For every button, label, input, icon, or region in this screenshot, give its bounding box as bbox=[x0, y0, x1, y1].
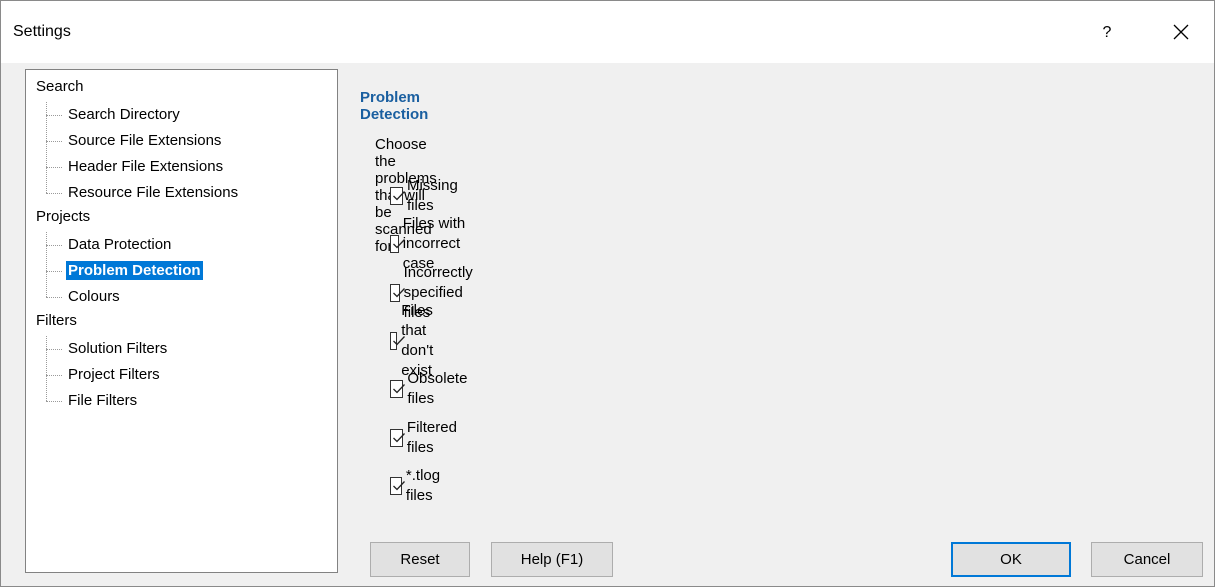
option-incorrect-case[interactable]: Files with incorrect case bbox=[390, 215, 470, 272]
checkmark-icon bbox=[393, 239, 405, 249]
checkmark-icon bbox=[393, 481, 405, 491]
tree-item-label: Source File Extensions bbox=[68, 132, 222, 149]
tree-item-filters[interactable]: Filters bbox=[26, 310, 337, 336]
tree-item-search-directory[interactable]: Search Directory bbox=[26, 102, 337, 128]
tree-item-label: Header File Extensions bbox=[68, 158, 224, 175]
option-label: *.tlog files bbox=[405, 467, 441, 504]
settings-tree: Search Search Directory Source File Exte… bbox=[25, 69, 338, 573]
checkbox[interactable] bbox=[390, 429, 405, 447]
ok-button[interactable]: OK bbox=[951, 542, 1071, 577]
tree-group-projects: Projects Data Protection Problem Detecti… bbox=[26, 206, 337, 310]
tree-item-projects[interactable]: Projects bbox=[26, 206, 337, 232]
option-obsolete-files[interactable]: Obsolete files bbox=[390, 370, 472, 407]
tree-group-search: Search Search Directory Source File Exte… bbox=[26, 76, 337, 206]
tree-item-label: Problem Detection bbox=[66, 261, 203, 280]
option-files-dont-exist[interactable]: Files that don't exist bbox=[390, 302, 444, 379]
tree-item-resource-file-extensions[interactable]: Resource File Extensions bbox=[26, 180, 337, 206]
help-button[interactable]: ? bbox=[1091, 19, 1123, 47]
tree-item-problem-detection[interactable]: Problem Detection bbox=[26, 258, 337, 284]
close-icon bbox=[1173, 24, 1189, 40]
tree-item-source-file-extensions[interactable]: Source File Extensions bbox=[26, 128, 337, 154]
tree-item-label: Solution Filters bbox=[68, 340, 168, 357]
tree-item-colours[interactable]: Colours bbox=[26, 284, 337, 310]
checkmark-icon bbox=[393, 433, 405, 443]
cancel-button[interactable]: Cancel bbox=[1091, 542, 1203, 577]
tree-item-label: Colours bbox=[68, 288, 120, 305]
option-filtered-files[interactable]: Filtered files bbox=[390, 419, 462, 456]
checkbox[interactable] bbox=[390, 235, 405, 253]
checkbox[interactable] bbox=[390, 380, 405, 398]
checkmark-icon bbox=[393, 288, 405, 298]
tree-item-label: File Filters bbox=[68, 392, 138, 409]
panel-heading: Problem Detection bbox=[360, 89, 429, 123]
window-title: Settings bbox=[13, 23, 71, 40]
tree-group-filters: Filters Solution Filters Project Filters… bbox=[26, 310, 337, 414]
close-button[interactable] bbox=[1161, 17, 1201, 49]
tree-item-search[interactable]: Search bbox=[26, 76, 337, 102]
tree-item-label: Search Directory bbox=[68, 106, 180, 123]
tree-item-solution-filters[interactable]: Solution Filters bbox=[26, 336, 337, 362]
option-label: Filtered files bbox=[406, 419, 457, 456]
tree-item-header-file-extensions[interactable]: Header File Extensions bbox=[26, 154, 337, 180]
settings-dialog: Settings ? Search Search Directory Sourc… bbox=[0, 0, 1215, 587]
option-incorrectly-specified[interactable]: Incorrectly specified files bbox=[390, 264, 481, 321]
tree-item-label: Resource File Extensions bbox=[68, 184, 239, 201]
checkbox[interactable] bbox=[390, 187, 405, 205]
option-label: Missing files bbox=[406, 177, 458, 214]
checkbox[interactable] bbox=[390, 284, 405, 302]
option-tlog-files[interactable]: *.tlog files bbox=[390, 467, 446, 504]
tree-item-project-filters[interactable]: Project Filters bbox=[26, 362, 337, 388]
option-missing-files[interactable]: Missing files bbox=[390, 177, 463, 214]
checkmark-icon bbox=[393, 336, 405, 346]
title-bar: Settings ? bbox=[1, 1, 1214, 63]
checkbox[interactable] bbox=[390, 477, 405, 495]
tree-item-label: Data Protection bbox=[68, 236, 172, 253]
tree-item-file-filters[interactable]: File Filters bbox=[26, 388, 337, 414]
reset-button[interactable]: Reset bbox=[370, 542, 470, 577]
option-label: Obsolete files bbox=[407, 370, 468, 407]
tree-item-label: Project Filters bbox=[68, 366, 160, 383]
checkbox[interactable] bbox=[390, 332, 405, 350]
help-f1-button[interactable]: Help (F1) bbox=[491, 542, 613, 577]
checkmark-icon bbox=[393, 191, 405, 201]
checkmark-icon bbox=[393, 384, 405, 394]
tree-item-data-protection[interactable]: Data Protection bbox=[26, 232, 337, 258]
